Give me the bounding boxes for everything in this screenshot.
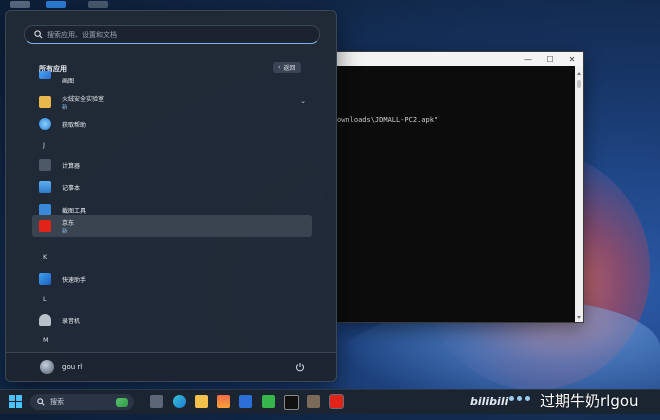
store-icon[interactable] bbox=[217, 395, 230, 408]
new-badge: 新 bbox=[62, 229, 68, 235]
maximize-button[interactable]: ☐ bbox=[539, 52, 561, 66]
app-icon[interactable] bbox=[239, 395, 252, 408]
taskbar-search[interactable]: 搜索 bbox=[30, 394, 134, 410]
start-search-box[interactable] bbox=[24, 25, 320, 44]
file-explorer-icon[interactable] bbox=[195, 395, 208, 408]
terminal-window[interactable]: — ☐ ✕ ownloads\JDMALL-PC2.apk" bbox=[337, 51, 584, 323]
task-view-icon[interactable] bbox=[150, 395, 163, 408]
bilibili-logo: bilibili bbox=[470, 395, 509, 408]
quick-assist-icon bbox=[39, 273, 51, 285]
search-icon bbox=[34, 30, 43, 39]
desktop-icon[interactable] bbox=[10, 1, 30, 8]
app-name: 计算器 bbox=[62, 163, 81, 170]
power-icon[interactable] bbox=[295, 362, 305, 372]
recorder-icon bbox=[39, 314, 51, 326]
scroll-up-icon[interactable] bbox=[577, 72, 581, 75]
jd-icon bbox=[39, 220, 51, 232]
app-name: 京东 bbox=[62, 220, 75, 227]
folder-icon bbox=[39, 96, 51, 108]
back-button-label: 返回 bbox=[283, 65, 296, 72]
letter-header-l[interactable]: L bbox=[43, 295, 47, 303]
start-menu: 所有应用 ‹ 返回 画图 火绒安全实验室 新 ⌄ 获取帮助 J 计算器 bbox=[5, 10, 337, 382]
app-item-jd[interactable]: 京东 新 bbox=[32, 215, 312, 237]
back-button[interactable]: ‹ 返回 bbox=[273, 62, 302, 73]
windows-start-icon[interactable] bbox=[9, 395, 22, 408]
desktop-icon[interactable] bbox=[88, 1, 108, 8]
tray-icons[interactable] bbox=[509, 396, 530, 401]
paint-icon bbox=[39, 71, 51, 79]
letter-header-k[interactable]: K bbox=[43, 253, 47, 261]
notepad-icon bbox=[39, 181, 51, 193]
avatar[interactable] bbox=[40, 360, 54, 374]
app-name: 获取帮助 bbox=[62, 122, 87, 129]
minimize-button[interactable]: — bbox=[517, 52, 539, 66]
chevron-left-icon: ‹ bbox=[278, 64, 281, 71]
edge-icon[interactable] bbox=[173, 395, 186, 408]
user-area: gou rl bbox=[6, 352, 336, 381]
scroll-down-icon[interactable] bbox=[577, 316, 581, 319]
letter-header-j[interactable]: J bbox=[43, 141, 45, 149]
app-item-quick-assist[interactable]: 快速助手 bbox=[32, 268, 312, 290]
terminal-titlebar[interactable]: — ☐ ✕ bbox=[337, 52, 583, 66]
desktop-icon[interactable] bbox=[46, 1, 66, 8]
app-item-recorder[interactable]: 录音机 bbox=[32, 309, 312, 331]
chevron-down-icon[interactable]: ⌄ bbox=[300, 97, 306, 105]
scroll-thumb[interactable] bbox=[577, 80, 581, 88]
app-item-notepad[interactable]: 记事本 bbox=[32, 176, 312, 198]
jd-icon[interactable] bbox=[329, 394, 344, 409]
green-app-icon[interactable] bbox=[262, 395, 275, 408]
search-icon bbox=[37, 398, 45, 406]
letter-header-m[interactable]: M bbox=[43, 336, 49, 344]
terminal-output[interactable]: ownloads\JDMALL-PC2.apk" bbox=[337, 66, 583, 322]
app-name: 火绒安全实验室 bbox=[62, 96, 105, 103]
help-icon bbox=[39, 118, 51, 130]
app-icon[interactable] bbox=[307, 395, 320, 408]
app-name: 截图工具 bbox=[62, 208, 87, 215]
terminal-scrollbar[interactable] bbox=[575, 66, 583, 322]
app-item-calculator[interactable]: 计算器 bbox=[32, 154, 312, 176]
terminal-line: ownloads\JDMALL-PC2.apk" bbox=[337, 116, 439, 124]
app-name: 快速助手 bbox=[62, 277, 87, 284]
terminal-icon[interactable] bbox=[284, 395, 299, 410]
watermark-text: 过期牛奶rlgou bbox=[540, 392, 639, 410]
user-name[interactable]: gou rl bbox=[62, 363, 82, 371]
taskbar-search-label: 搜索 bbox=[50, 398, 64, 406]
app-name: 画图 bbox=[62, 78, 75, 85]
calculator-icon bbox=[39, 159, 51, 171]
app-name: 记事本 bbox=[62, 185, 81, 192]
close-button[interactable]: ✕ bbox=[561, 52, 583, 66]
app-item-get-help[interactable]: 获取帮助 bbox=[32, 113, 312, 135]
app-item-huorong[interactable]: 火绒安全实验室 新 ⌄ bbox=[32, 91, 312, 113]
app-name: 录音机 bbox=[62, 318, 81, 325]
start-search-input[interactable] bbox=[47, 30, 319, 39]
new-badge: 新 bbox=[62, 105, 68, 111]
search-highlight-icon bbox=[116, 397, 128, 407]
